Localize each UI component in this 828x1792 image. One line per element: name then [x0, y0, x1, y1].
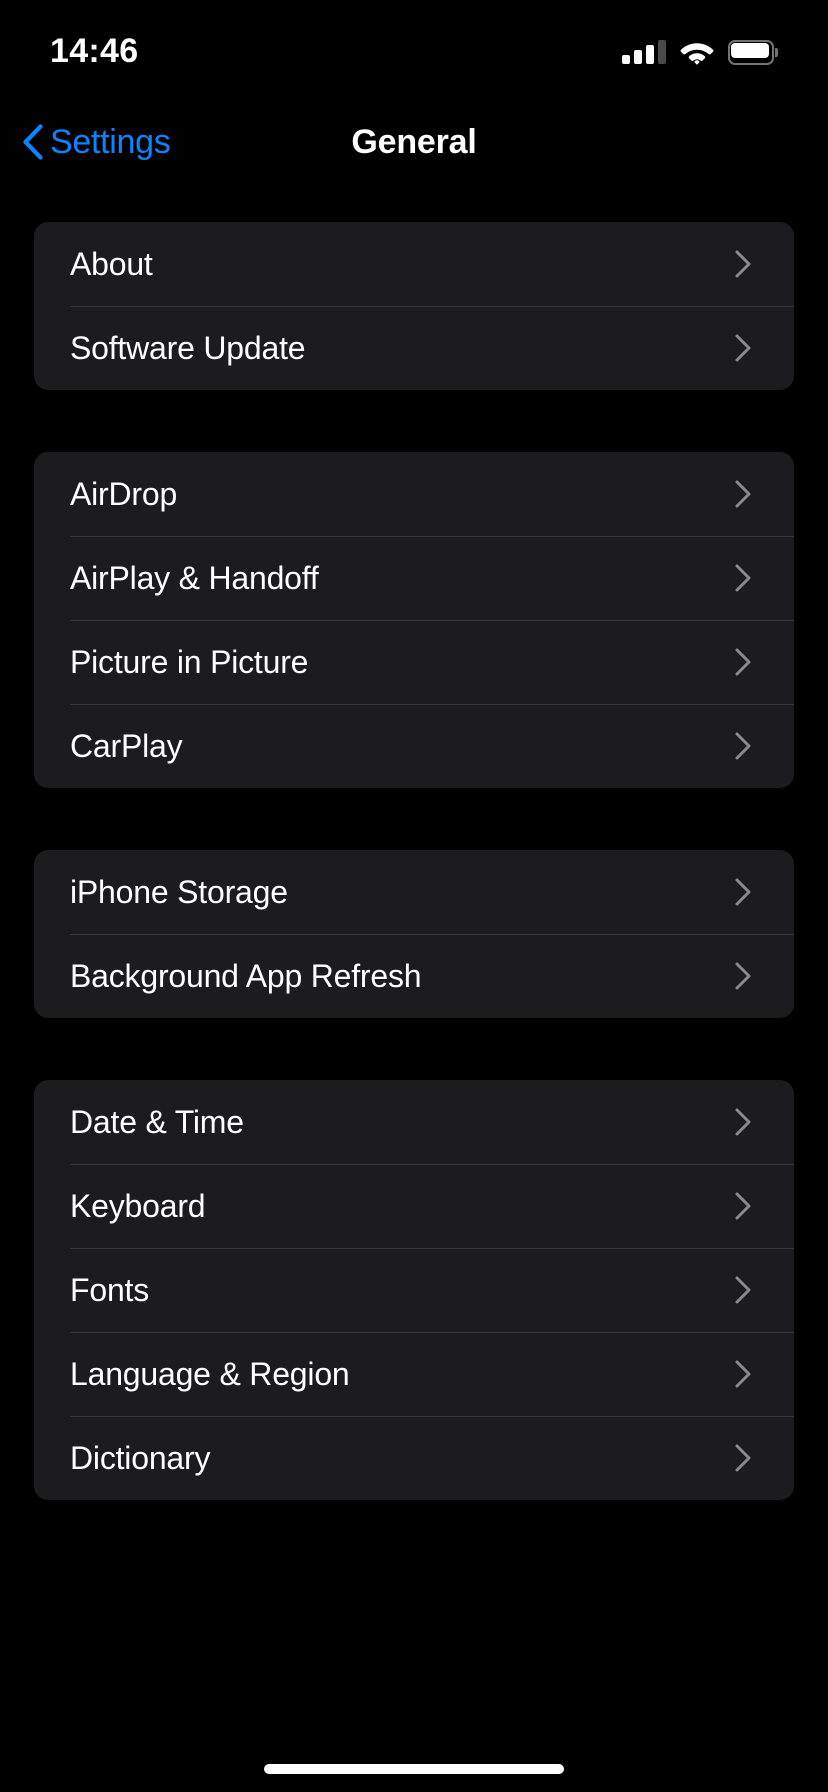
settings-row-label: CarPlay — [70, 727, 183, 764]
back-button[interactable]: Settings — [22, 92, 171, 192]
settings-row-label: AirPlay & Handoff — [70, 559, 319, 596]
chevron-right-icon — [735, 1276, 751, 1304]
status-bar-icons — [622, 39, 778, 65]
settings-group: Date & Time Keyboard Fonts Language & Re… — [34, 1080, 794, 1500]
chevron-right-icon — [735, 1108, 751, 1136]
settings-row-keyboard[interactable]: Keyboard — [34, 1164, 794, 1248]
wifi-icon — [680, 42, 714, 64]
settings-group: AirDrop AirPlay & Handoff Picture in Pic… — [34, 452, 794, 788]
status-bar-time: 14:46 — [50, 31, 139, 70]
chevron-right-icon — [735, 250, 751, 278]
settings-row-iphone-storage[interactable]: iPhone Storage — [34, 850, 794, 934]
settings-row-dictionary[interactable]: Dictionary — [34, 1416, 794, 1500]
settings-row-label: Date & Time — [70, 1103, 244, 1140]
settings-row-label: iPhone Storage — [70, 873, 288, 910]
settings-row-date-time[interactable]: Date & Time — [34, 1080, 794, 1164]
settings-row-airdrop[interactable]: AirDrop — [34, 452, 794, 536]
settings-row-about[interactable]: About — [34, 222, 794, 306]
chevron-left-icon — [23, 124, 43, 160]
chevron-right-icon — [735, 480, 751, 508]
settings-group: iPhone Storage Background App Refresh — [34, 850, 794, 1018]
settings-row-background-app-refresh[interactable]: Background App Refresh — [34, 934, 794, 1018]
settings-row-software-update[interactable]: Software Update — [34, 306, 794, 390]
chevron-right-icon — [735, 1360, 751, 1388]
chevron-right-icon — [735, 564, 751, 592]
settings-row-label: Keyboard — [70, 1187, 206, 1224]
settings-group: About Software Update — [34, 222, 794, 390]
settings-row-label: AirDrop — [70, 475, 178, 512]
navigation-bar: Settings General — [0, 92, 828, 192]
chevron-right-icon — [735, 648, 751, 676]
settings-row-label: Dictionary — [70, 1439, 211, 1476]
settings-row-label: About — [70, 245, 153, 282]
chevron-right-icon — [735, 962, 751, 990]
settings-row-language-region[interactable]: Language & Region — [34, 1332, 794, 1416]
settings-row-label: Picture in Picture — [70, 643, 309, 680]
settings-row-label: Background App Refresh — [70, 957, 422, 994]
settings-list[interactable]: About Software Update AirDrop AirPlay & … — [0, 192, 828, 1792]
chevron-right-icon — [735, 1444, 751, 1472]
chevron-right-icon — [735, 334, 751, 362]
settings-row-label: Software Update — [70, 329, 306, 366]
settings-row-label: Fonts — [70, 1271, 150, 1308]
home-indicator[interactable] — [264, 1764, 564, 1774]
battery-icon — [728, 39, 778, 65]
settings-row-carplay[interactable]: CarPlay — [34, 704, 794, 788]
chevron-right-icon — [735, 878, 751, 906]
settings-row-label: Language & Region — [70, 1355, 350, 1392]
settings-row-fonts[interactable]: Fonts — [34, 1248, 794, 1332]
chevron-right-icon — [735, 1192, 751, 1220]
settings-row-picture-in-picture[interactable]: Picture in Picture — [34, 620, 794, 704]
back-button-label: Settings — [50, 122, 171, 161]
chevron-right-icon — [735, 732, 751, 760]
settings-row-airplay-handoff[interactable]: AirPlay & Handoff — [34, 536, 794, 620]
status-bar: 14:46 — [0, 0, 828, 92]
cellular-signal-icon — [622, 40, 666, 64]
